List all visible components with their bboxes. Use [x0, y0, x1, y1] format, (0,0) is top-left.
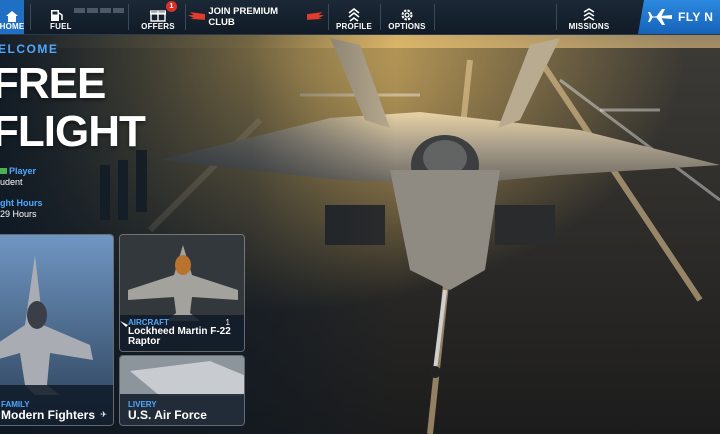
missions-chevron-icon: [583, 8, 595, 21]
nav-home-label: HOME: [0, 22, 25, 31]
title-line-1: FREE: [0, 59, 106, 108]
fly-now-button[interactable]: FLY N: [638, 0, 720, 34]
aircraft-card[interactable]: AIRCRAFT Lockheed Martin F-22 Raptor 1: [119, 234, 245, 352]
join-premium-club-button[interactable]: JOIN PREMIUM CLUB: [188, 0, 324, 34]
player-rank: udent: [0, 177, 23, 187]
wing-left-icon: [188, 12, 206, 20]
jet-icon: [120, 321, 128, 327]
rank-chevron-icon: [348, 8, 360, 22]
jet-icon: ✈: [100, 410, 107, 419]
top-navigation-bar: HOME FUEL OFFERS 1 JOIN PREMIUM CLUB PRO…: [0, 0, 720, 35]
nav-divider: [30, 4, 31, 30]
home-icon: [6, 11, 18, 22]
flight-hours-value: 29 Hours: [0, 209, 37, 219]
nav-missions[interactable]: MISSIONS: [560, 0, 618, 34]
nav-divider: [434, 4, 435, 30]
nav-offers-label: OFFERS: [141, 22, 175, 31]
family-card-image: [0, 235, 113, 425]
nav-fuel-label: FUEL: [50, 22, 72, 31]
nav-home[interactable]: HOME: [0, 0, 24, 34]
nav-divider: [128, 4, 129, 30]
nav-options-label: OPTIONS: [388, 22, 426, 31]
fly-now-label: FLY N: [678, 10, 714, 24]
player-info: Player udent: [0, 166, 36, 187]
livery-name: U.S. Air Force: [128, 408, 207, 422]
nav-profile[interactable]: PROFILE: [332, 0, 376, 34]
aircraft-count: 1: [225, 318, 230, 327]
livery-card[interactable]: LIVERY U.S. Air Force: [119, 355, 245, 426]
nav-profile-label: PROFILE: [335, 22, 373, 31]
nav-divider: [380, 4, 381, 30]
family-card[interactable]: FAMILY Modern Fighters ✈: [0, 234, 114, 426]
premium-label: JOIN PREMIUM CLUB: [208, 6, 279, 28]
wing-right-icon: [306, 12, 324, 20]
nav-offers[interactable]: OFFERS 1: [133, 0, 183, 34]
nav-options[interactable]: OPTIONS: [384, 0, 430, 34]
offers-badge: 1: [166, 1, 177, 12]
flag-icon: [0, 168, 7, 174]
flight-hours-info: ght Hours 29 Hours: [0, 198, 43, 219]
nav-missions-label: MISSIONS: [568, 22, 610, 31]
nav-divider: [556, 4, 557, 30]
title-line-2: FLIGHT: [0, 107, 146, 156]
family-name: Modern Fighters: [1, 408, 96, 422]
nav-divider: [185, 4, 186, 30]
fuel-pump-icon: [51, 10, 63, 21]
flight-hours-label: ght Hours: [0, 198, 43, 208]
nav-fuel[interactable]: FUEL: [38, 0, 128, 34]
nav-divider: [328, 4, 329, 30]
gear-icon: [401, 9, 413, 21]
gift-icon: [150, 10, 166, 22]
welcome-heading: ELCOME: [0, 42, 59, 56]
aircraft-name-line-2: Raptor: [128, 336, 161, 347]
page-title: FREE FLIGHT: [0, 59, 146, 156]
airplane-icon: [648, 9, 672, 25]
player-name: Player: [9, 166, 37, 176]
fuel-level-bars: [74, 8, 124, 13]
